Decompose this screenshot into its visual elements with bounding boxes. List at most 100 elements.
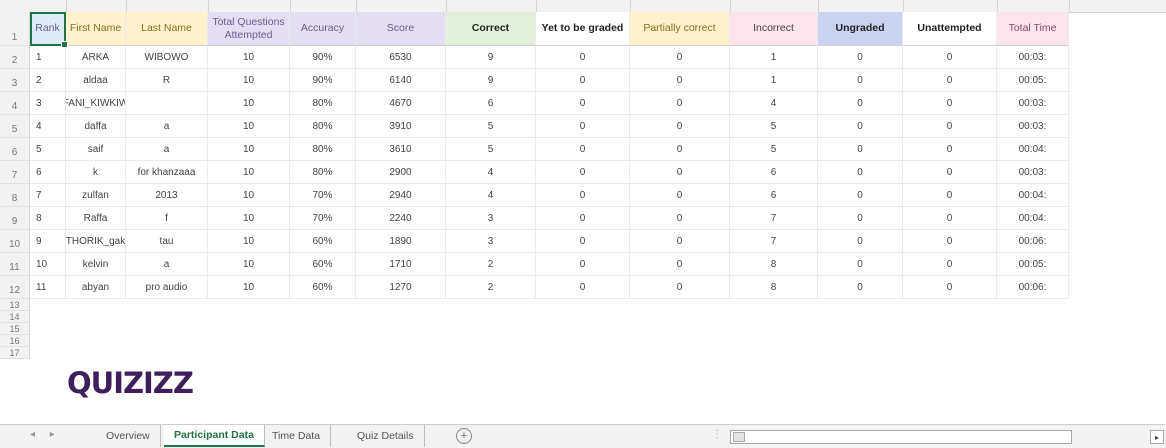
column-letter-header[interactable] (30, 0, 67, 12)
column-letter-header[interactable] (126, 0, 209, 12)
cell-accuracy[interactable]: 70% (290, 184, 356, 207)
row-number[interactable]: 17 (0, 347, 30, 359)
column-letter-header[interactable] (903, 0, 998, 12)
column-letter-header[interactable] (446, 0, 537, 12)
row-number[interactable]: 4 (0, 92, 30, 115)
cell-rank[interactable]: 11 (30, 276, 66, 299)
cell-first-name[interactable]: zulfan (66, 184, 126, 207)
cell-total-time[interactable]: 00:03: (997, 46, 1069, 69)
row-number[interactable]: 16 (0, 335, 30, 347)
cell-incorrect[interactable]: 8 (730, 253, 818, 276)
row-number[interactable]: 2 (0, 46, 30, 69)
row-number[interactable]: 10 (0, 230, 30, 253)
cell-last-name[interactable]: a (126, 138, 208, 161)
cell-incorrect[interactable]: 8 (730, 276, 818, 299)
cell-last-name[interactable]: WIBOWO (126, 46, 208, 69)
header-yet-to-be-graded[interactable]: Yet to be graded (536, 12, 630, 46)
cell-ungraded[interactable]: 0 (818, 46, 903, 69)
cell-partially-correct[interactable]: 0 (630, 276, 730, 299)
cell-first-name[interactable]: Raffa (66, 207, 126, 230)
cell-first-name[interactable]: THORIK_gak (66, 230, 126, 253)
cell-correct[interactable]: 3 (446, 230, 536, 253)
header-accuracy[interactable]: Accuracy (290, 12, 356, 46)
cell-incorrect[interactable]: 6 (730, 184, 818, 207)
cell-last-name[interactable] (126, 92, 208, 115)
header-partially-correct[interactable]: Partially correct (630, 12, 730, 46)
cell-score[interactable]: 1710 (356, 253, 446, 276)
row-number[interactable]: 1 (0, 12, 30, 46)
cell-rank[interactable]: 9 (30, 230, 66, 253)
cell-accuracy[interactable]: 80% (290, 161, 356, 184)
cell-score[interactable]: 3610 (356, 138, 446, 161)
cell-total-time[interactable]: 00:03: (997, 115, 1069, 138)
cell-first-name[interactable]: ARKA (66, 46, 126, 69)
cell-total-time[interactable]: 00:05: (997, 253, 1069, 276)
cell-last-name[interactable]: pro audio (126, 276, 208, 299)
cell-partially-correct[interactable]: 0 (630, 161, 730, 184)
sheet-tab-quiz-details[interactable]: Quiz Details (347, 425, 425, 447)
cell-first-name[interactable]: k (66, 161, 126, 184)
cell-accuracy[interactable]: 60% (290, 253, 356, 276)
cell-incorrect[interactable]: 1 (730, 46, 818, 69)
cell-first-name[interactable]: saif (66, 138, 126, 161)
cell-ungraded[interactable]: 0 (818, 184, 903, 207)
row-number[interactable]: 3 (0, 69, 30, 92)
cell-unattempted[interactable]: 0 (903, 276, 997, 299)
cell-yet-to-be-graded[interactable]: 0 (536, 92, 630, 115)
cell-unattempted[interactable]: 0 (903, 161, 997, 184)
cell-yet-to-be-graded[interactable]: 0 (536, 46, 630, 69)
cell-total-time[interactable]: 00:03: (997, 92, 1069, 115)
cell-last-name[interactable]: a (126, 115, 208, 138)
cell-rank[interactable]: 3 (30, 92, 66, 115)
cell-total-time[interactable]: 00:03: (997, 161, 1069, 184)
cell-accuracy[interactable]: 90% (290, 46, 356, 69)
cell-unattempted[interactable]: 0 (903, 138, 997, 161)
cell-total-questions-attempted[interactable]: 10 (208, 92, 290, 115)
add-sheet-icon[interactable]: + (456, 428, 472, 444)
cell-correct[interactable]: 9 (446, 69, 536, 92)
cell-correct[interactable]: 4 (446, 184, 536, 207)
cell-correct[interactable]: 5 (446, 115, 536, 138)
column-letter-header[interactable] (536, 0, 631, 12)
cell-unattempted[interactable]: 0 (903, 184, 997, 207)
row-number[interactable]: 9 (0, 207, 30, 230)
cell-yet-to-be-graded[interactable]: 0 (536, 138, 630, 161)
cell-last-name[interactable]: R (126, 69, 208, 92)
header-last-name[interactable]: Last Name (126, 12, 208, 46)
cell-partially-correct[interactable]: 0 (630, 230, 730, 253)
cell-score[interactable]: 4670 (356, 92, 446, 115)
cell-score[interactable]: 1270 (356, 276, 446, 299)
column-letter-header[interactable] (290, 0, 357, 12)
row-number[interactable]: 12 (0, 276, 30, 299)
cell-last-name[interactable]: f (126, 207, 208, 230)
cell-incorrect[interactable]: 1 (730, 69, 818, 92)
cell-rank[interactable]: 4 (30, 115, 66, 138)
cell-last-name[interactable]: 2013 (126, 184, 208, 207)
cell-total-questions-attempted[interactable]: 10 (208, 138, 290, 161)
cell-yet-to-be-graded[interactable]: 0 (536, 115, 630, 138)
column-letter-header[interactable] (818, 0, 904, 12)
cell-total-questions-attempted[interactable]: 10 (208, 69, 290, 92)
cell-total-time[interactable]: 00:05: (997, 69, 1069, 92)
cell-ungraded[interactable]: 0 (818, 276, 903, 299)
cell-yet-to-be-graded[interactable]: 0 (536, 161, 630, 184)
header-unattempted[interactable]: Unattempted (903, 12, 997, 46)
cell-incorrect[interactable]: 4 (730, 92, 818, 115)
scroll-right-icon[interactable]: ▸ (1150, 430, 1164, 444)
cell-score[interactable]: 2940 (356, 184, 446, 207)
column-letter-header[interactable] (66, 0, 127, 12)
cell-last-name[interactable]: tau (126, 230, 208, 253)
cell-unattempted[interactable]: 0 (903, 115, 997, 138)
header-first-name[interactable]: First Name (66, 12, 126, 46)
sheet-tab-participant-data[interactable]: Participant Data (164, 425, 265, 447)
cell-ungraded[interactable]: 0 (818, 253, 903, 276)
cell-unattempted[interactable]: 0 (903, 230, 997, 253)
cell-first-name[interactable]: abyan (66, 276, 126, 299)
cell-correct[interactable]: 6 (446, 92, 536, 115)
cell-rank[interactable]: 5 (30, 138, 66, 161)
cell-ungraded[interactable]: 0 (818, 207, 903, 230)
sheet-tab-time-data[interactable]: Time Data (262, 425, 332, 447)
cell-rank[interactable]: 2 (30, 69, 66, 92)
cell-unattempted[interactable]: 0 (903, 92, 997, 115)
column-letter-header[interactable] (208, 0, 291, 12)
